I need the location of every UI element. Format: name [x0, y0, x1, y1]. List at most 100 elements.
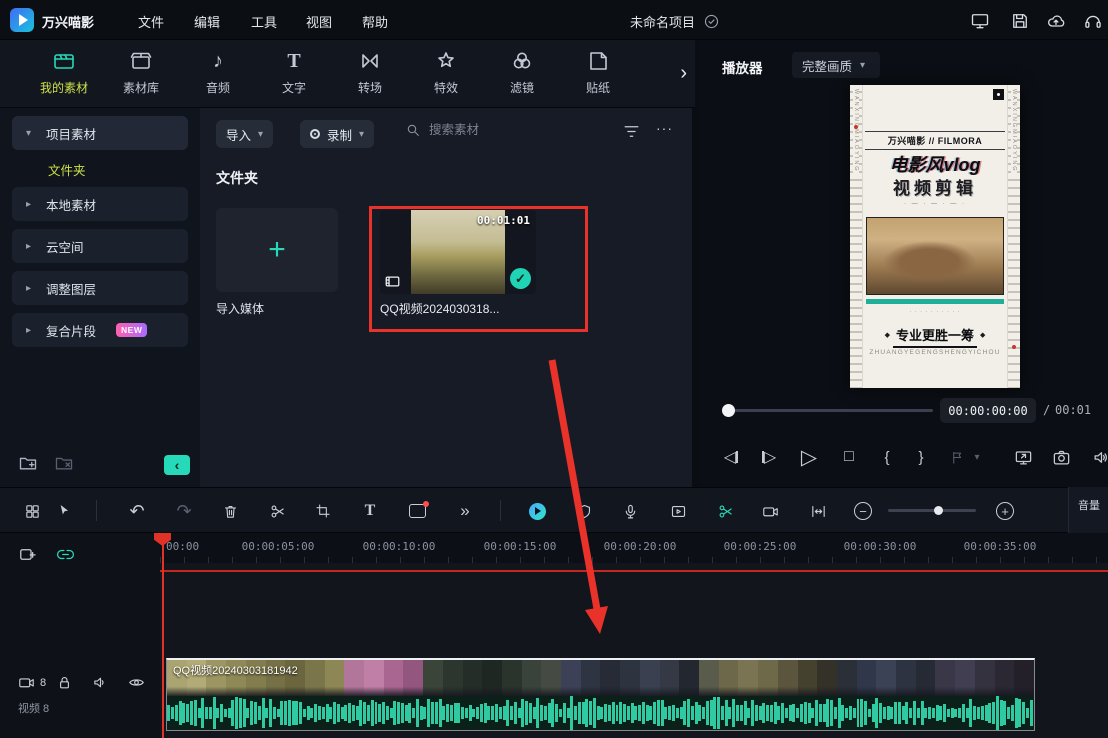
menu-help[interactable]: 帮助 — [362, 12, 388, 31]
layout-monitor-icon[interactable] — [970, 11, 990, 31]
more-options-icon[interactable]: ··· — [656, 120, 673, 136]
menu-view[interactable]: 视图 — [306, 12, 332, 31]
search-box[interactable] — [405, 122, 559, 138]
undo-icon[interactable]: ↶ — [124, 498, 150, 524]
sidebar-item-folder[interactable]: 文件夹 — [48, 160, 188, 179]
tab-stickers[interactable]: 贴纸 — [560, 48, 636, 102]
video-preview: WANXINGMIAOYING WANXINGMIAOYING 万兴喵影 // … — [850, 85, 1020, 388]
link-clips-icon[interactable] — [56, 545, 76, 565]
poster-micro-text: · · · · · · · · · · — [866, 309, 1004, 315]
track-mute-speaker-icon[interactable] — [92, 674, 112, 694]
fit-timeline-icon[interactable] — [805, 498, 831, 524]
marker-caret-icon[interactable]: ▾ — [964, 444, 990, 470]
mark-out-button[interactable]: } — [908, 444, 934, 470]
app-logo-icon[interactable] — [10, 8, 34, 32]
cloud-upload-icon[interactable] — [1046, 11, 1066, 31]
import-media-card[interactable]: + — [216, 208, 338, 292]
sidebar-item-adjustment-layer[interactable]: ▸ 调整图层 — [12, 271, 188, 305]
sidebar-item-local-media[interactable]: ▸ 本地素材 — [12, 187, 188, 221]
timecode-separator: / — [1043, 403, 1050, 417]
snapshot-icon[interactable] — [757, 498, 783, 524]
caret-down-icon: ▾ — [359, 129, 364, 140]
filter-icon[interactable] — [622, 122, 642, 141]
split-scissors-icon[interactable] — [264, 498, 290, 524]
ruler-label: 00:00:05:00 — [242, 540, 315, 553]
tab-filters[interactable]: 滤镜 — [484, 48, 560, 102]
select-cursor-icon[interactable] — [51, 498, 77, 524]
snapshot-camera-icon[interactable] — [1048, 444, 1074, 470]
menu-file[interactable]: 文件 — [138, 12, 164, 31]
add-media-track-icon[interactable] — [18, 545, 38, 565]
poster-teal-bar — [866, 299, 1004, 304]
delete-icon[interactable] — [217, 498, 243, 524]
timeline-clip[interactable]: QQ视频20240303181942 — [166, 658, 1035, 731]
zoom-slider-handle[interactable] — [934, 506, 943, 515]
next-frame-button[interactable]: ▷ — [756, 444, 782, 470]
quality-selector[interactable]: 完整画质 ▾ — [792, 52, 880, 78]
poster-cat-photo — [866, 217, 1004, 295]
fullscreen-output-icon[interactable] — [1010, 444, 1036, 470]
tab-my-media[interactable]: 我的素材 — [26, 48, 102, 102]
speed-ramping-icon[interactable] — [524, 498, 550, 524]
track-visibility-eye-icon[interactable] — [128, 674, 148, 694]
crop-icon[interactable] — [310, 498, 336, 524]
tab-effects[interactable]: 特效 — [408, 48, 484, 102]
speaker-icon[interactable] — [1088, 444, 1108, 470]
ruler-label: 00:00:35:00 — [964, 540, 1037, 553]
sticker-icon — [586, 48, 610, 74]
previous-frame-button[interactable]: ◁ — [718, 444, 744, 470]
ruler-label: 00:00:20:00 — [604, 540, 677, 553]
mask-icon[interactable] — [404, 498, 430, 524]
search-input[interactable] — [429, 123, 559, 137]
playhead[interactable] — [162, 533, 164, 738]
stop-button[interactable]: □ — [836, 444, 862, 470]
track-lock-icon[interactable] — [56, 674, 76, 694]
collapse-sidebar-button[interactable]: ‹ — [164, 455, 190, 475]
zoom-out-icon[interactable]: − — [850, 498, 876, 524]
ruler-label: 00:00 — [166, 540, 199, 553]
render-preview-icon[interactable] — [665, 498, 691, 524]
voiceover-mic-icon[interactable] — [617, 498, 643, 524]
add-text-icon[interactable]: T — [357, 498, 383, 524]
track-camera-icon[interactable] — [18, 674, 38, 694]
tab-text[interactable]: T 文字 — [256, 48, 332, 102]
selected-check-icon[interactable]: ✓ — [510, 268, 531, 289]
smart-cut-icon[interactable] — [712, 498, 738, 524]
effects-star-icon — [434, 48, 458, 74]
record-button[interactable]: 录制 ▾ — [300, 120, 374, 148]
delete-folder-icon[interactable] — [54, 453, 74, 473]
support-headset-icon[interactable] — [1083, 11, 1103, 31]
menu-tools[interactable]: 工具 — [251, 12, 277, 31]
poster-deco-ticks: · — · — · — · — [863, 201, 1007, 207]
import-button[interactable]: 导入 ▾ — [216, 120, 273, 148]
media-view-grid-icon[interactable] — [19, 498, 45, 524]
more-tools-icon[interactable]: » — [452, 498, 478, 524]
play-button[interactable]: ▷ — [796, 444, 822, 470]
zoom-in-icon[interactable]: + — [992, 498, 1018, 524]
app-name: 万兴喵影 — [42, 12, 94, 31]
menu-edit[interactable]: 编辑 — [194, 12, 220, 31]
current-timecode: 00:00:00:00 — [940, 398, 1036, 423]
media-clip-card[interactable]: 00:01:01 ✓ — [380, 210, 536, 294]
tab-audio[interactable]: ♪ 音频 — [180, 48, 256, 102]
player-seek-handle[interactable] — [722, 404, 735, 417]
save-icon[interactable] — [1010, 11, 1030, 31]
stabilize-shield-icon[interactable] — [571, 498, 597, 524]
poster-right-strip: WANXINGMIAOYING — [1007, 85, 1020, 388]
caret-right-icon: ▸ — [26, 241, 36, 252]
add-folder-icon[interactable] — [18, 453, 38, 473]
tab-stock-library[interactable]: 素材库 — [103, 48, 179, 102]
media-sidebar: ▾ 项目素材 文件夹 ▸ 本地素材 ▸ 云空间 ▸ 调整图层 ▸ 复合片段 NE… — [0, 108, 200, 487]
sidebar-item-cloud[interactable]: ▸ 云空间 — [12, 229, 188, 263]
sidebar-item-project-media[interactable]: ▾ 项目素材 — [12, 116, 188, 150]
timeline-zoom-slider[interactable] — [888, 509, 976, 512]
tab-transitions[interactable]: 转场 — [332, 48, 408, 102]
poster-slogan: 专业更胜一筹 — [893, 325, 977, 348]
tabs-expand-icon[interactable]: › — [680, 62, 687, 85]
redo-icon[interactable]: ↷ — [171, 498, 197, 524]
sidebar-item-compound-clip[interactable]: ▸ 复合片段 NEW — [12, 313, 188, 347]
project-title: 未命名项目 — [630, 12, 695, 31]
poster-left-strip: WANXINGMIAOYING — [850, 85, 863, 388]
player-seek-bar[interactable] — [727, 409, 933, 412]
mark-in-button[interactable]: { — [874, 444, 900, 470]
